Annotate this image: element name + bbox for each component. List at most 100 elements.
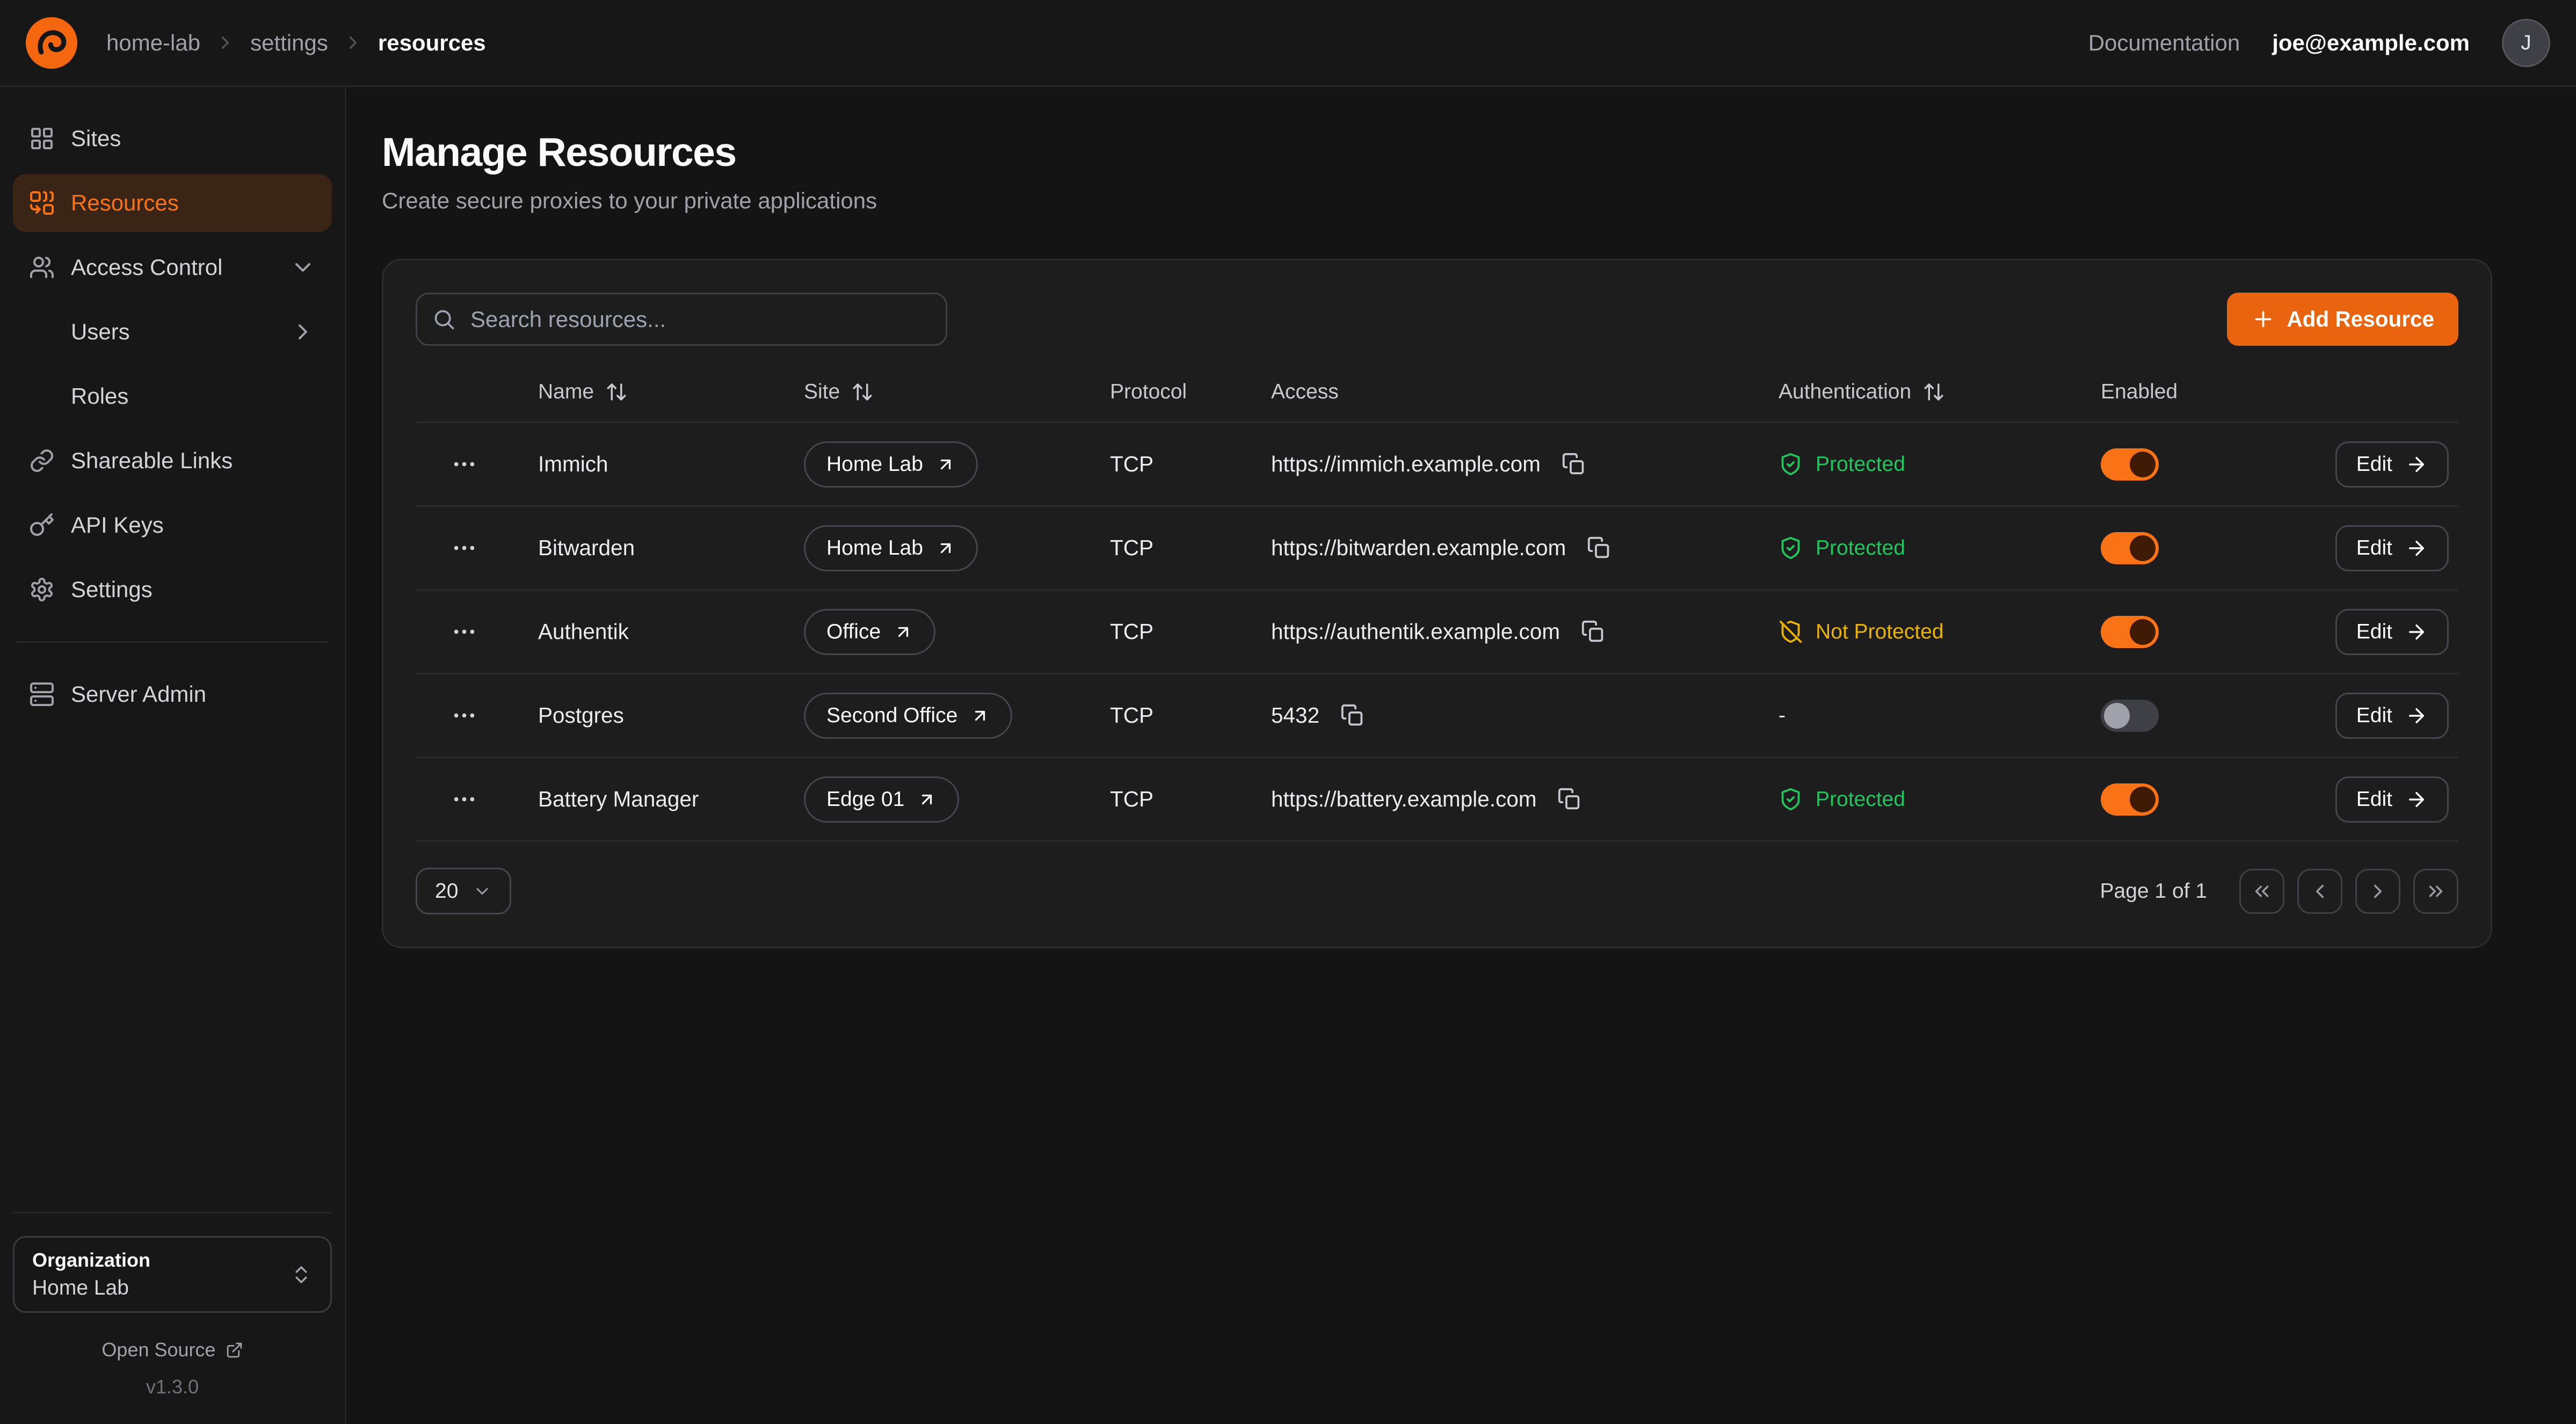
pangolin-logo[interactable] <box>26 17 77 69</box>
users-icon <box>29 255 55 280</box>
enabled-toggle[interactable] <box>2101 532 2159 564</box>
resource-name: Immich <box>512 452 778 477</box>
page-size-value: 20 <box>435 880 458 903</box>
sidebar-item-label: Access Control <box>71 255 222 280</box>
plus-icon <box>2251 307 2275 331</box>
toggle-knob <box>2130 619 2156 645</box>
ellipsis-icon <box>451 534 478 562</box>
organization-selector[interactable]: Organization Home Lab <box>13 1236 332 1313</box>
key-icon <box>29 512 55 538</box>
resource-name: Bitwarden <box>512 535 778 561</box>
add-resource-button[interactable]: Add Resource <box>2227 293 2458 346</box>
avatar[interactable]: J <box>2502 19 2550 67</box>
sidebar-item-label: Shareable Links <box>71 448 233 474</box>
toggle-knob <box>2104 703 2130 729</box>
search-box <box>416 293 947 346</box>
chevron-left-icon <box>2309 880 2331 903</box>
enabled-toggle[interactable] <box>2101 616 2159 648</box>
avatar-initial: J <box>2521 31 2531 55</box>
enabled-toggle[interactable] <box>2101 783 2159 816</box>
sidebar-item-api-keys[interactable]: API Keys <box>13 496 332 554</box>
resource-name: Authentik <box>512 619 778 644</box>
arrow-right-icon <box>2405 788 2428 811</box>
edit-label: Edit <box>2356 704 2392 728</box>
copy-icon[interactable] <box>1558 449 1589 479</box>
last-page-button[interactable] <box>2413 869 2458 914</box>
sidebar-item-users[interactable]: Users <box>13 303 332 361</box>
row-actions-button[interactable] <box>441 442 487 487</box>
search-input[interactable] <box>416 293 947 346</box>
site-link[interactable]: Edge 01 <box>804 776 959 823</box>
site-link[interactable]: Home Lab <box>804 441 978 488</box>
access-url: https://authentik.example.com <box>1271 619 1560 644</box>
organization-label: Organization <box>32 1249 150 1272</box>
site-link[interactable]: Second Office <box>804 693 1012 739</box>
sidebar-item-sites[interactable]: Sites <box>13 110 332 168</box>
auth-status-none: - <box>1779 704 1786 728</box>
copy-icon[interactable] <box>1554 784 1585 815</box>
documentation-link[interactable]: Documentation <box>2088 30 2240 56</box>
resources-table: Name Site Protocol Access Authentication <box>416 362 2458 842</box>
enabled-toggle[interactable] <box>2101 700 2159 732</box>
sidebar-item-roles[interactable]: Roles <box>13 367 332 425</box>
copy-icon[interactable] <box>1584 533 1614 563</box>
enabled-toggle[interactable] <box>2101 448 2159 481</box>
row-actions-button[interactable] <box>441 777 487 822</box>
header-name[interactable]: Name <box>512 380 778 404</box>
shield-check-icon <box>1779 787 1803 811</box>
arrow-up-right-icon <box>917 790 937 809</box>
resource-protocol: TCP <box>1084 619 1245 644</box>
breadcrumb-org[interactable]: home-lab <box>106 30 200 56</box>
prev-page-button[interactable] <box>2297 869 2342 914</box>
access-url: https://bitwarden.example.com <box>1271 535 1566 561</box>
header-enabled: Enabled <box>2075 380 2301 404</box>
edit-label: Edit <box>2356 453 2392 476</box>
row-actions-button[interactable] <box>441 526 487 571</box>
sidebar-item-access-control[interactable]: Access Control <box>13 238 332 296</box>
page-title: Manage Resources <box>382 129 2492 175</box>
chevrons-left-icon <box>2251 880 2273 903</box>
arrow-right-icon <box>2405 537 2428 560</box>
sidebar-item-resources[interactable]: Resources <box>13 174 332 232</box>
arrow-right-icon <box>2405 621 2428 643</box>
resource-protocol: TCP <box>1084 535 1245 561</box>
header-authentication[interactable]: Authentication <box>1753 380 2075 404</box>
page-size-select[interactable]: 20 <box>416 868 511 914</box>
shield-off-icon <box>1779 620 1803 644</box>
edit-button[interactable]: Edit <box>2335 776 2449 823</box>
sidebar-item-server-admin[interactable]: Server Admin <box>13 665 332 723</box>
copy-icon[interactable] <box>1578 616 1608 647</box>
sidebar-item-shareable-links[interactable]: Shareable Links <box>13 432 332 490</box>
edit-button[interactable]: Edit <box>2335 525 2449 571</box>
row-actions-button[interactable] <box>441 609 487 655</box>
edit-button[interactable]: Edit <box>2335 441 2449 488</box>
breadcrumb-settings[interactable]: settings <box>250 30 328 56</box>
server-icon <box>29 681 55 707</box>
user-email[interactable]: joe@example.com <box>2272 30 2470 56</box>
chevrons-up-down-icon <box>290 1263 313 1286</box>
site-name: Edge 01 <box>826 788 904 811</box>
edit-button[interactable]: Edit <box>2335 693 2449 739</box>
toggle-knob <box>2130 452 2156 477</box>
sidebar-item-label: Settings <box>71 577 153 602</box>
copy-icon[interactable] <box>1337 700 1368 731</box>
row-actions-button[interactable] <box>441 693 487 738</box>
resource-protocol: TCP <box>1084 703 1245 728</box>
chevron-down-icon <box>473 882 492 901</box>
chevron-right-icon <box>343 32 364 53</box>
arrow-right-icon <box>2405 704 2428 727</box>
edit-button[interactable]: Edit <box>2335 609 2449 655</box>
open-source-label: Open Source <box>101 1339 215 1361</box>
site-link[interactable]: Office <box>804 609 935 655</box>
site-link[interactable]: Home Lab <box>804 525 978 571</box>
first-page-button[interactable] <box>2239 869 2284 914</box>
open-source-link[interactable]: Open Source <box>13 1339 332 1361</box>
organization-name: Home Lab <box>32 1276 150 1300</box>
table-row: Postgres Second Office TCP 5432 - Edit <box>416 674 2458 758</box>
next-page-button[interactable] <box>2355 869 2400 914</box>
chevron-down-icon <box>290 255 316 280</box>
sidebar-item-settings[interactable]: Settings <box>13 561 332 619</box>
topbar: home-lab settings resources Documentatio… <box>0 0 2576 87</box>
header-site[interactable]: Site <box>778 380 1084 404</box>
sidebar-item-label: Users <box>71 319 130 345</box>
